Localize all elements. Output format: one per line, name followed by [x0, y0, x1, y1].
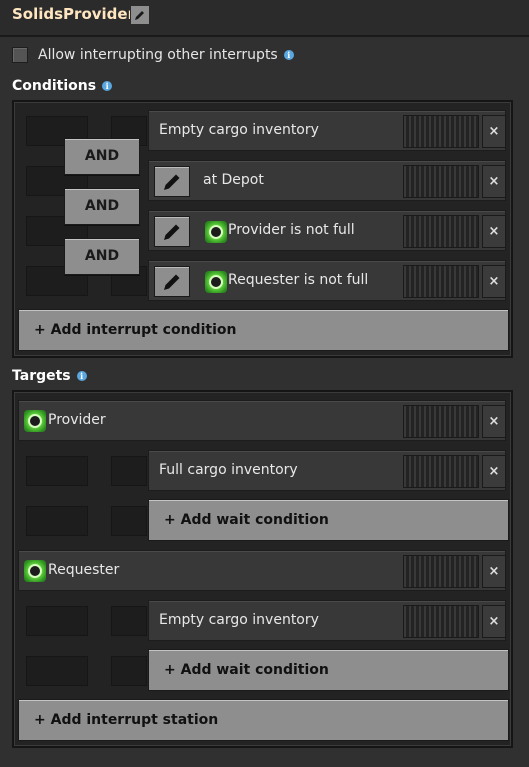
condition-label: Requester is not full: [228, 272, 369, 288]
conditions-title: Conditions i: [12, 78, 113, 94]
wait-condition-label: Full cargo inventory: [159, 462, 298, 478]
drag-handle[interactable]: [403, 405, 479, 438]
pencil-icon: [164, 274, 180, 290]
drag-handle[interactable]: [403, 605, 479, 638]
empty-slot: [111, 656, 147, 686]
empty-slot: [26, 606, 88, 636]
condition-row[interactable]: Requester is not full ×: [148, 260, 506, 301]
wait-condition-label: Empty cargo inventory: [159, 612, 319, 628]
drag-handle[interactable]: [403, 265, 479, 298]
edit-condition-button[interactable]: [154, 266, 190, 297]
condition-label: Empty cargo inventory: [159, 122, 319, 138]
remove-wait-condition-button[interactable]: ×: [482, 455, 506, 488]
add-wait-condition-button[interactable]: + Add wait condition: [148, 649, 509, 691]
remove-condition-button[interactable]: ×: [482, 115, 506, 148]
empty-slot: [111, 506, 147, 536]
rename-button[interactable]: [130, 5, 150, 25]
add-interrupt-station-label: + Add interrupt station: [34, 712, 219, 728]
allow-interrupt-label: Allow interrupting other interrupts: [38, 47, 278, 63]
add-interrupt-condition-button[interactable]: + Add interrupt condition: [18, 309, 509, 351]
targets-title: Targets i: [12, 368, 87, 384]
pencil-icon: [135, 11, 144, 20]
condition-row[interactable]: at Depot ×: [148, 160, 506, 201]
add-wait-condition-label: + Add wait condition: [164, 662, 329, 678]
condition-label: Provider is not full: [228, 222, 355, 238]
drag-handle[interactable]: [403, 455, 479, 488]
add-wait-condition-label: + Add wait condition: [164, 512, 329, 528]
station-name: Requester: [48, 562, 120, 578]
add-interrupt-condition-label: + Add interrupt condition: [34, 322, 237, 338]
wait-condition-row[interactable]: Empty cargo inventory ×: [148, 600, 506, 641]
pencil-icon: [164, 224, 180, 240]
train-stop-icon: [24, 560, 46, 582]
pencil-icon: [164, 174, 180, 190]
drag-handle[interactable]: [403, 115, 479, 148]
interrupt-title: SolidsProvider: [12, 5, 135, 23]
empty-slot: [26, 456, 88, 486]
targets-title-text: Targets: [12, 368, 71, 384]
add-wait-condition-button[interactable]: + Add wait condition: [148, 499, 509, 541]
drag-handle[interactable]: [403, 555, 479, 588]
drag-handle[interactable]: [403, 215, 479, 248]
remove-station-button[interactable]: ×: [482, 555, 506, 588]
condition-label: at Depot: [203, 172, 264, 188]
info-icon: i: [102, 81, 113, 91]
remove-wait-condition-button[interactable]: ×: [482, 605, 506, 638]
info-icon: i: [283, 50, 294, 60]
condition-row[interactable]: Empty cargo inventory ×: [148, 110, 506, 151]
train-stop-icon: [24, 410, 46, 432]
allow-interrupt-row: Allow interrupting other interrupts i: [12, 47, 294, 63]
edit-condition-button[interactable]: [154, 166, 190, 197]
conditions-title-text: Conditions: [12, 78, 97, 94]
empty-slot: [111, 456, 147, 486]
info-icon: i: [76, 371, 87, 381]
remove-station-button[interactable]: ×: [482, 405, 506, 438]
empty-slot: [111, 606, 147, 636]
conditions-panel: AND AND AND Empty cargo inventory × at D…: [12, 100, 513, 358]
add-interrupt-station-button[interactable]: + Add interrupt station: [18, 699, 509, 741]
allow-interrupt-checkbox[interactable]: [12, 47, 28, 63]
signal-icon: [205, 221, 227, 243]
station-name: Provider: [48, 412, 106, 428]
remove-condition-button[interactable]: ×: [482, 265, 506, 298]
header-bar: SolidsProvider: [0, 0, 529, 37]
and-connector-button[interactable]: AND: [64, 138, 140, 175]
wait-condition-row[interactable]: Full cargo inventory ×: [148, 450, 506, 491]
drag-handle[interactable]: [403, 165, 479, 198]
condition-row[interactable]: Provider is not full ×: [148, 210, 506, 251]
targets-panel: Provider × Full cargo inventory × + Add …: [12, 390, 513, 748]
edit-condition-button[interactable]: [154, 216, 190, 247]
station-row[interactable]: Provider ×: [18, 400, 506, 441]
signal-icon: [205, 271, 227, 293]
and-connector-button[interactable]: AND: [64, 188, 140, 225]
remove-condition-button[interactable]: ×: [482, 215, 506, 248]
empty-slot: [26, 506, 88, 536]
remove-condition-button[interactable]: ×: [482, 165, 506, 198]
station-row[interactable]: Requester ×: [18, 550, 506, 591]
empty-slot: [26, 656, 88, 686]
and-connector-button[interactable]: AND: [64, 238, 140, 275]
